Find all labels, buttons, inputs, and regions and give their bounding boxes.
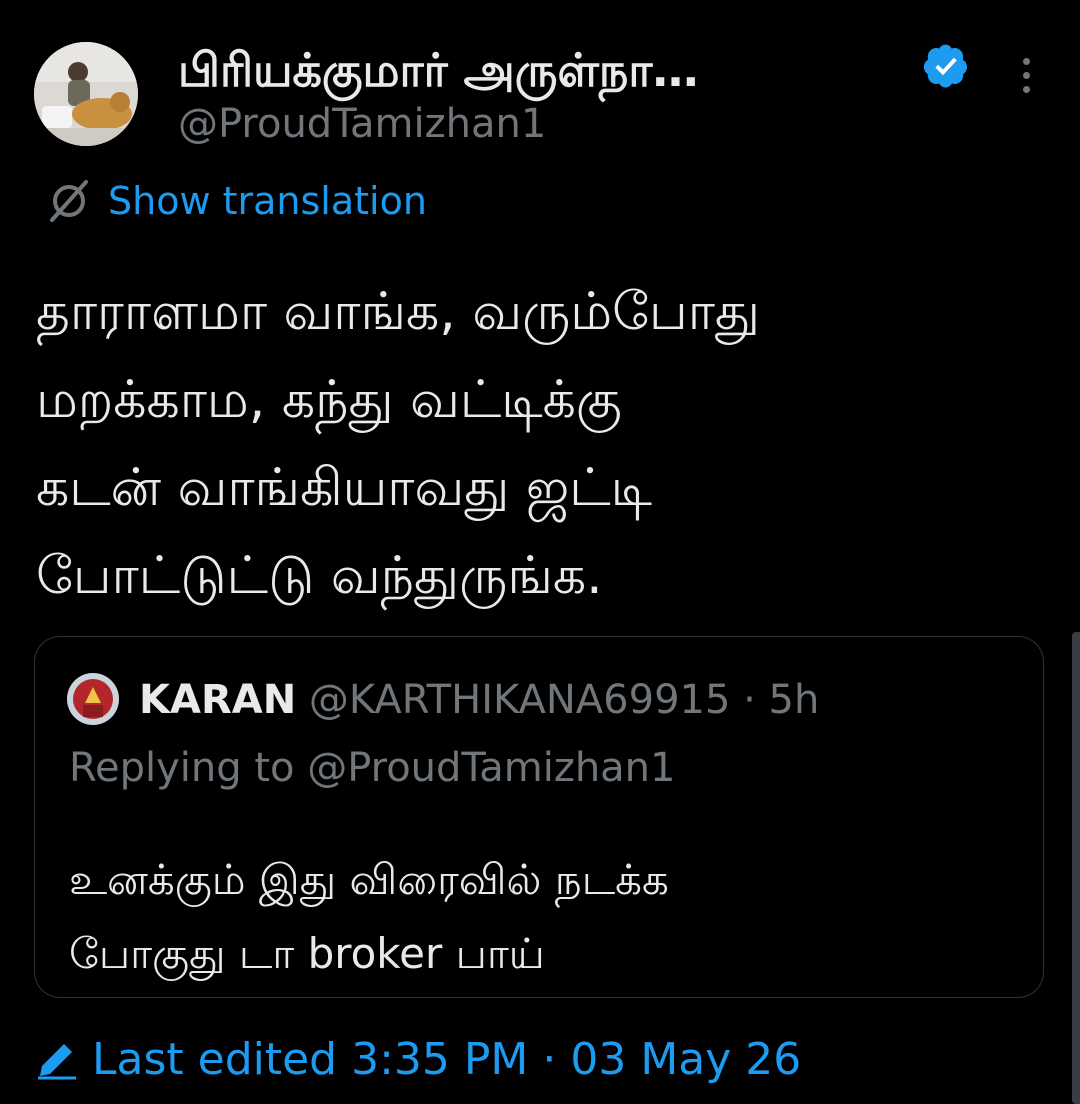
more-options-icon[interactable] bbox=[1012, 58, 1040, 102]
quoted-tweet-card[interactable]: KARAN @KARTHIKANA69915 · 5h Replying to … bbox=[34, 636, 1044, 998]
tweet-text: தாராளமா வாங்க, வரும்போது மறக்காம, கந்து … bbox=[36, 268, 1046, 620]
quoted-header: KARAN @KARTHIKANA69915 · 5h bbox=[139, 673, 819, 727]
avatar-photo bbox=[34, 42, 138, 146]
author-name[interactable]: பிரியக்குமார் அருள்நா… bbox=[178, 40, 698, 100]
translate-icon bbox=[50, 180, 88, 222]
last-edited-text: Last edited 3:35 PM · 03 May 26 bbox=[92, 1033, 802, 1085]
quoted-replying-to: Replying to @ProudTamizhan1 bbox=[69, 745, 676, 791]
show-translation-label: Show translation bbox=[108, 179, 427, 223]
quoted-line: உனக்கும் இது விரைவில் நடக்க bbox=[69, 855, 669, 904]
verified-badge-icon bbox=[923, 44, 968, 88]
tweet-line: போட்டுட்டு வந்துருங்க. bbox=[36, 546, 603, 606]
quoted-author-name[interactable]: KARAN bbox=[139, 677, 296, 723]
quoted-avatar-image bbox=[67, 673, 119, 725]
author-avatar[interactable] bbox=[34, 42, 138, 146]
tweet-line: கடன் வாங்கியாவது ஜட்டி bbox=[36, 458, 652, 518]
last-edited-link[interactable]: Last edited 3:35 PM · 03 May 26 bbox=[34, 1026, 801, 1092]
scrollbar[interactable] bbox=[1072, 632, 1080, 1104]
quoted-line: போகுது டா broker பாய் bbox=[69, 929, 545, 978]
author-handle[interactable]: @ProudTamizhan1 bbox=[178, 98, 546, 150]
pencil-icon bbox=[38, 1044, 76, 1080]
show-translation-button[interactable]: Show translation bbox=[44, 174, 427, 228]
quoted-author-avatar[interactable] bbox=[67, 673, 119, 725]
tweet-line: மறக்காம, கந்து வட்டிக்கு bbox=[36, 370, 622, 430]
tweet-line: தாராளமா வாங்க, வரும்போது bbox=[36, 282, 761, 342]
quoted-tweet-text: உனக்கும் இது விரைவில் நடக்க போகுது டா br… bbox=[69, 843, 669, 991]
quoted-handle-time: @KARTHIKANA69915 · 5h bbox=[308, 677, 820, 723]
